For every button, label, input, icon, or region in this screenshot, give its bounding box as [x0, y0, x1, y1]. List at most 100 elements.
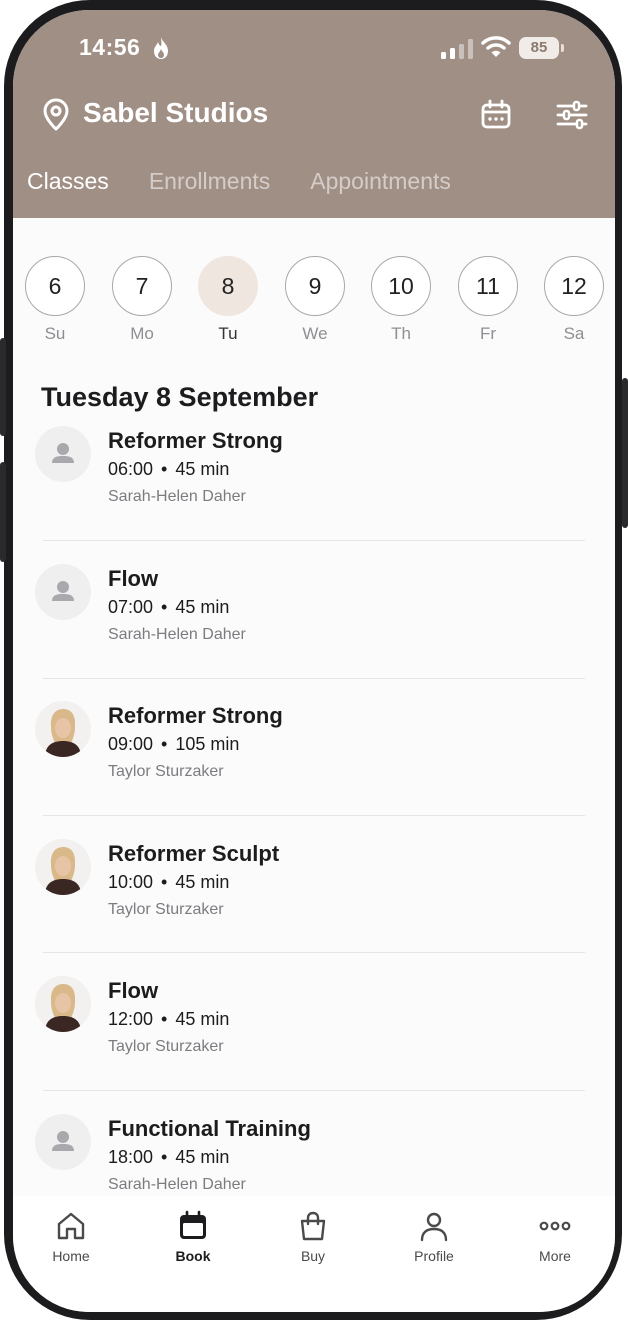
- day-number: 9: [285, 256, 345, 316]
- status-time: 14:56: [79, 34, 141, 60]
- divider: [43, 815, 585, 816]
- person-icon: [420, 1212, 448, 1242]
- class-time: 12:00: [108, 1009, 154, 1029]
- filter-sliders-icon[interactable]: [555, 98, 589, 132]
- studio-name[interactable]: Sabel Studios: [83, 97, 268, 129]
- instructor-photo: [35, 976, 91, 1032]
- tab-appointments[interactable]: Appointments: [310, 168, 451, 195]
- day-abbr: Sa: [563, 324, 585, 343]
- day-10[interactable]: 10 Th: [369, 256, 433, 344]
- location-pin-icon[interactable]: [41, 98, 71, 132]
- instructor-photo-icon: [35, 839, 91, 895]
- instructor-photo-icon: [35, 976, 91, 1032]
- day-8[interactable]: 8 Tu: [196, 256, 260, 344]
- avatar-placeholder: [35, 564, 91, 620]
- instructor-photo: [35, 701, 91, 757]
- person-placeholder-icon: [52, 1131, 74, 1151]
- day-number: 6: [25, 256, 85, 316]
- day-7[interactable]: 7 Mo: [110, 256, 174, 344]
- date-heading: Tuesday 8 September: [41, 382, 319, 412]
- instructor-photo: [35, 839, 91, 895]
- day-number: 11: [458, 256, 518, 316]
- class-item[interactable]: Reformer Strong 06:00 • 45 min Sarah-Helen…: [13, 422, 615, 559]
- day-number: 7: [112, 256, 172, 316]
- class-teacher: Taylor Sturzaker: [108, 763, 224, 780]
- day-abbr: We: [302, 324, 328, 343]
- day-abbr: Su: [44, 324, 66, 343]
- class-meta: 12:00 • 45 min: [108, 1009, 229, 1030]
- tabbar-more[interactable]: More: [510, 1210, 600, 1264]
- home-icon: [57, 1212, 85, 1240]
- divider: [43, 1090, 585, 1091]
- tabbar-profile[interactable]: Profile: [389, 1210, 479, 1264]
- day-number: 8: [198, 256, 258, 316]
- day-12[interactable]: 12 Sa: [542, 256, 606, 344]
- side-button-power: [622, 378, 628, 528]
- day-6[interactable]: 6 Su: [23, 256, 87, 344]
- class-meta: 06:00 • 45 min: [108, 459, 229, 480]
- avatar-placeholder: [35, 426, 91, 482]
- separator-dot: •: [161, 459, 168, 479]
- class-teacher: Sarah-Helen Daher: [108, 1176, 246, 1193]
- class-item[interactable]: Flow 12:00 • 45 min Taylor Sturzaker: [13, 972, 615, 1109]
- separator-dot: •: [161, 734, 168, 754]
- class-time: 18:00: [108, 1147, 154, 1167]
- class-meta: 18:00 • 45 min: [108, 1147, 229, 1168]
- class-time: 09:00: [108, 734, 154, 754]
- class-time: 06:00: [108, 459, 154, 479]
- divider: [43, 540, 585, 541]
- tabbar-label: Book: [175, 1248, 211, 1264]
- calendar-icon[interactable]: [479, 98, 513, 132]
- class-time: 07:00: [108, 597, 154, 617]
- tabbar-label: Home: [52, 1248, 90, 1264]
- class-name: Reformer Strong: [108, 428, 283, 453]
- side-button-mute: [0, 338, 6, 436]
- person-placeholder-icon: [52, 581, 74, 601]
- cellular-signal-icon: [441, 39, 473, 59]
- tabbar-home[interactable]: Home: [26, 1210, 116, 1264]
- tab-classes[interactable]: Classes: [27, 168, 109, 195]
- wifi-icon: [481, 36, 511, 57]
- separator-dot: •: [161, 872, 168, 892]
- class-duration: 45 min: [175, 872, 230, 892]
- separator-dot: •: [161, 1147, 168, 1167]
- day-abbr: Th: [391, 324, 411, 343]
- divider: [43, 952, 585, 953]
- tab-enrollments[interactable]: Enrollments: [149, 168, 270, 195]
- day-9[interactable]: 9 We: [283, 256, 347, 344]
- day-abbr: Fr: [479, 324, 497, 343]
- calendar-icon: [180, 1210, 206, 1239]
- class-duration: 45 min: [175, 459, 230, 479]
- class-meta: 07:00 • 45 min: [108, 597, 229, 618]
- person-placeholder-icon: [52, 443, 74, 463]
- bottom-tab-bar: Home Book Buy Profile More: [13, 1196, 615, 1312]
- instructor-photo-icon: [35, 701, 91, 757]
- separator-dot: •: [161, 1009, 168, 1029]
- class-item[interactable]: Reformer Strong 09:00 • 105 min Taylor Stu…: [13, 697, 615, 834]
- class-teacher: Taylor Sturzaker: [108, 901, 224, 918]
- class-teacher: Taylor Sturzaker: [108, 1038, 224, 1055]
- class-duration: 45 min: [175, 1147, 230, 1167]
- class-name: Flow: [108, 566, 159, 591]
- top-tabs: Classes Enrollments Appointments: [27, 168, 451, 195]
- class-teacher: Sarah-Helen Daher: [108, 626, 246, 643]
- day-abbr: Tu: [218, 324, 238, 343]
- class-name: Reformer Sculpt: [108, 841, 280, 866]
- class-duration: 105 min: [175, 734, 240, 754]
- shopping-bag-icon: [300, 1211, 326, 1241]
- class-name: Reformer Strong: [108, 703, 283, 728]
- tabbar-buy[interactable]: Buy: [268, 1210, 358, 1264]
- class-name: Flow: [108, 978, 159, 1003]
- tabbar-book[interactable]: Book: [148, 1210, 238, 1264]
- class-item[interactable]: Flow 07:00 • 45 min Sarah-Helen Daher: [13, 560, 615, 697]
- app-header: 14:56 85 Sabel Studios Classes Enrollmen…: [13, 10, 615, 218]
- day-11[interactable]: 11 Fr: [456, 256, 520, 344]
- tabbar-label: More: [539, 1248, 571, 1264]
- class-duration: 45 min: [175, 1009, 230, 1029]
- app-screen: 14:56 85 Sabel Studios Classes Enrollmen…: [13, 10, 615, 1312]
- more-dots-icon: [539, 1221, 571, 1231]
- tabbar-label: Profile: [414, 1248, 454, 1264]
- class-teacher: Sarah-Helen Daher: [108, 488, 246, 505]
- battery-indicator: 85: [519, 37, 559, 59]
- side-button-volume: [0, 462, 6, 562]
